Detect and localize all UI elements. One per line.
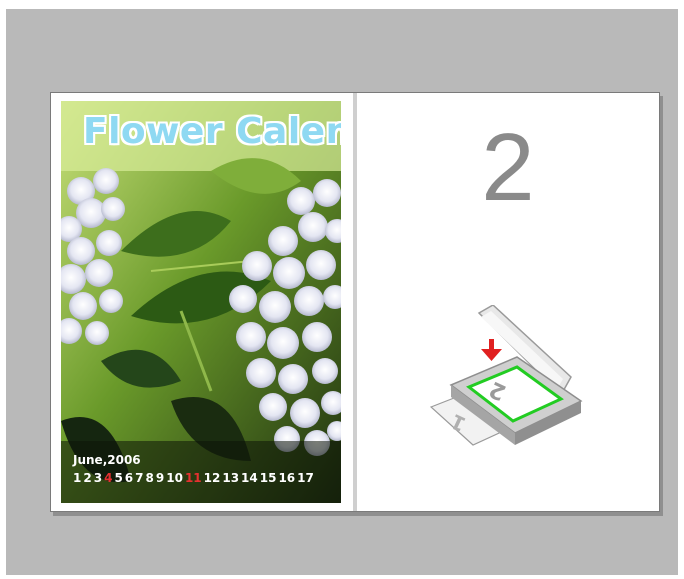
calendar-day: 3 bbox=[93, 471, 103, 485]
calendar-day: 16 bbox=[278, 471, 296, 485]
calendar-day: 12 bbox=[203, 471, 221, 485]
calendar-day: 7 bbox=[135, 471, 144, 485]
calendar-day: 5 bbox=[114, 471, 123, 485]
calendar-day: 13 bbox=[222, 471, 240, 485]
calendar-title: Flower Calendar bbox=[83, 111, 341, 152]
calendar-day: 9 bbox=[155, 471, 165, 485]
calendar-day: 14 bbox=[241, 471, 258, 485]
calendar-month: June,2006 bbox=[73, 453, 141, 467]
calendar-day: 11 bbox=[184, 471, 202, 485]
right-page: 2 2 1 bbox=[357, 93, 659, 511]
calendar-day: 10 bbox=[166, 471, 183, 485]
calendar-day: 1 bbox=[73, 471, 82, 485]
calendar-day: 15 bbox=[259, 471, 277, 485]
down-arrow-icon bbox=[481, 339, 502, 361]
calendar-day: 6 bbox=[124, 471, 134, 485]
calendar-day: 4 bbox=[104, 471, 113, 485]
calendar-day: 2 bbox=[83, 471, 92, 485]
page-number: 2 bbox=[481, 114, 535, 221]
scanner-icon: 2 1 bbox=[429, 305, 583, 446]
calendar-days: 1 2 3 4 5 6 7 8 9 10 11 12 13 14 15 16 17 bbox=[73, 471, 316, 485]
calendar-day: 17 bbox=[297, 471, 314, 485]
flower-photo: Flower Calendar June,2006 12345678910111… bbox=[61, 101, 341, 503]
preview-area: Flower Calendar June,2006 12345678910111… bbox=[6, 9, 678, 575]
document-preview: Flower Calendar June,2006 12345678910111… bbox=[50, 92, 660, 512]
hydrangea-image bbox=[61, 101, 341, 503]
calendar-day: 8 bbox=[145, 471, 154, 485]
left-page: Flower Calendar June,2006 12345678910111… bbox=[51, 93, 353, 511]
